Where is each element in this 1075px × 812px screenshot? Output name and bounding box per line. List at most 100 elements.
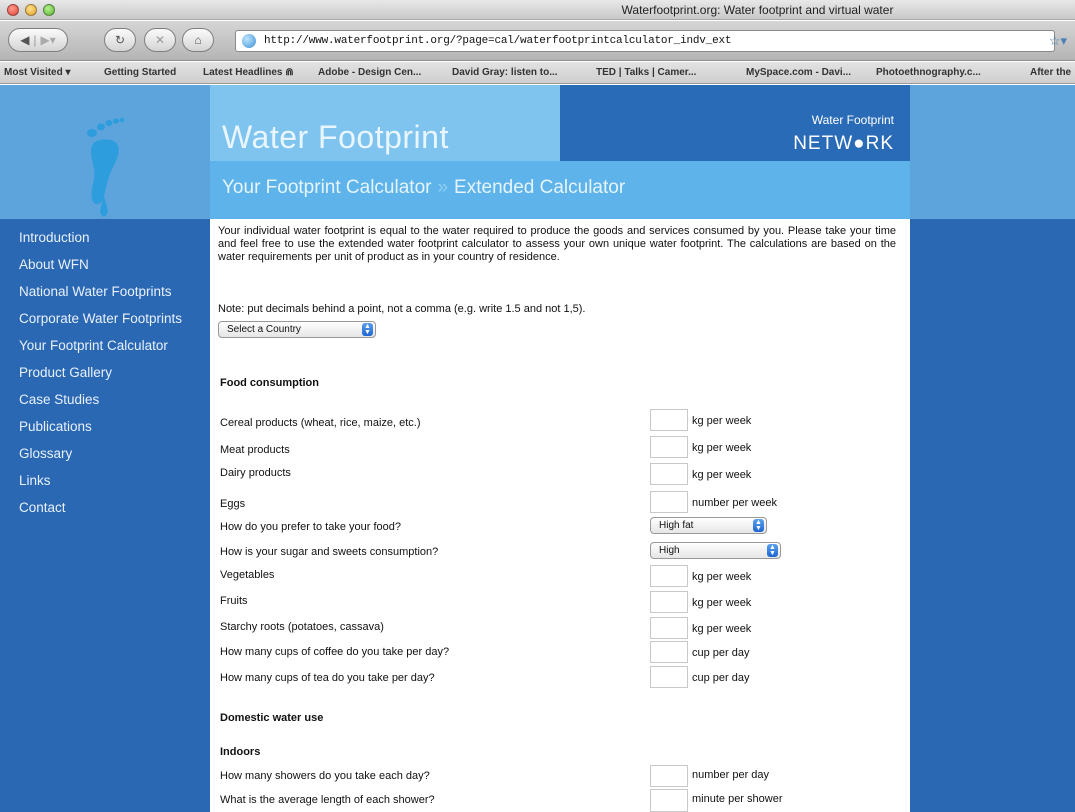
eggs-input[interactable] (650, 491, 688, 513)
meat-input[interactable] (650, 436, 688, 458)
unit-cereal: kg per week (692, 415, 752, 427)
intro-paragraph: Your individual water footprint is equal… (218, 225, 896, 263)
home-icon: ⌂ (194, 33, 202, 47)
network-logo-line2: NETW●RK (793, 133, 894, 154)
stop-button[interactable]: ✕ (144, 28, 176, 52)
row-label-dairy: Dairy products (220, 467, 291, 479)
unit-fruits: kg per week (692, 597, 752, 609)
stop-icon: ✕ (154, 33, 166, 47)
site-identity-icon[interactable] (242, 34, 256, 48)
select-arrows-icon: ▲ ▼ (767, 544, 778, 557)
bookmark-myspace[interactable]: MySpace.com - Davi... (746, 67, 851, 78)
logo-area (0, 85, 210, 219)
row-label-coffee: How many cups of coffee do you take per … (220, 646, 450, 658)
address-bar[interactable]: http://www.waterfootprint.org/?page=cal/… (235, 30, 1055, 52)
dairy-input[interactable] (650, 463, 688, 485)
bookmark-getting-started[interactable]: Getting Started (104, 67, 176, 78)
title-bar: Waterfootprint.org: Water footprint and … (0, 0, 1075, 20)
nav-contact[interactable]: Contact (19, 500, 66, 515)
row-label-fruits: Fruits (220, 595, 248, 607)
unit-eggs: number per week (692, 497, 777, 509)
nav-publications[interactable]: Publications (19, 419, 92, 434)
row-label-starchy-roots: Starchy roots (potatoes, cassava) (220, 621, 384, 633)
select-arrows-icon: ▲ ▼ (753, 519, 764, 532)
bookmarks-bar: Most Visited ▾ Getting Started Latest He… (0, 62, 1075, 84)
section-food-consumption: Food consumption (220, 377, 319, 389)
unit-vegetables: kg per week (692, 571, 752, 583)
nav-national-water-footprints[interactable]: National Water Footprints (19, 284, 172, 299)
footprint-logo-icon (87, 117, 125, 217)
nav-your-footprint-calculator[interactable]: Your Footprint Calculator (19, 338, 168, 353)
browser-toolbar: ◀ | ▶▾ ↻ ✕ ⌂ http://www.waterfootprint.org… (0, 21, 1075, 61)
breadcrumb-calculator[interactable]: Your Footprint Calculator (222, 177, 431, 198)
url-text: http://www.waterfootprint.org/?page=cal/… (264, 35, 732, 47)
decimal-note: Note: put decimals behind a point, not a… (218, 303, 586, 315)
bookmark-ted[interactable]: TED | Talks | Camer... (596, 67, 696, 78)
row-label-tea: How many cups of tea do you take per day… (220, 672, 435, 684)
food-fat-select-value: High fat (659, 520, 694, 531)
unit-meat: kg per week (692, 442, 752, 454)
vegetables-input[interactable] (650, 565, 688, 587)
row-label-showers: How many showers do you take each day? (220, 770, 430, 782)
country-select-value: Select a Country (227, 324, 301, 335)
showers-input[interactable] (650, 765, 688, 787)
bookmark-adobe[interactable]: Adobe - Design Cen... (318, 67, 421, 78)
section-domestic-water-use: Domestic water use (220, 712, 324, 724)
left-sidebar: Introduction About WFN National Water Fo… (0, 85, 210, 812)
breadcrumb-extended: Extended Calculator (454, 177, 626, 198)
unit-tea: cup per day (692, 672, 750, 684)
section-indoors: Indoors (220, 746, 261, 758)
right-sidebar (910, 85, 1075, 812)
reload-icon: ↻ (114, 33, 126, 47)
nav-product-gallery[interactable]: Product Gallery (19, 365, 112, 380)
bookmark-photoethnography[interactable]: Photoethnography.c... (876, 67, 981, 78)
unit-dairy: kg per week (692, 469, 752, 481)
window-title: Waterfootprint.org: Water footprint and … (621, 3, 894, 17)
unit-shower-length: minute per shower (692, 793, 783, 805)
nav-case-studies[interactable]: Case Studies (19, 392, 99, 407)
food-fat-select[interactable]: High fat ▲ ▼ (650, 517, 767, 534)
back-arrow-icon[interactable]: ◀ (20, 33, 29, 47)
nav-glossary[interactable]: Glossary (19, 446, 72, 461)
bookmark-after-the[interactable]: After the (1030, 67, 1071, 78)
sugar-select-value: High (659, 545, 680, 556)
row-label-shower-length: What is the average length of each showe… (220, 794, 435, 806)
sugar-select[interactable]: High ▲ ▼ (650, 542, 781, 559)
web-page: Introduction About WFN National Water Fo… (0, 85, 1075, 812)
starchy-roots-input[interactable] (650, 617, 688, 639)
forward-arrow-icon[interactable]: ▶▾ (41, 33, 56, 47)
breadcrumb-separator: » (437, 177, 449, 198)
nav-introduction[interactable]: Introduction (19, 230, 90, 245)
bookmark-david-gray[interactable]: David Gray: listen to... (452, 67, 558, 78)
bookmark-star-icon[interactable]: ☆▾ (1045, 30, 1071, 52)
site-banner: Water Footprint Your Footprint Calculato… (210, 85, 910, 219)
browser-window: Waterfootprint.org: Water footprint and … (0, 0, 1075, 812)
row-label-eggs: Eggs (220, 498, 246, 510)
breadcrumb: Your Footprint Calculator » Extended Calcu… (222, 177, 625, 199)
shower-length-input[interactable] (650, 789, 688, 812)
reload-button[interactable]: ↻ (104, 28, 136, 52)
tea-input[interactable] (650, 666, 688, 688)
unit-coffee: cup per day (692, 647, 750, 659)
row-label-meat: Meat products (220, 444, 290, 456)
main-content: Water Footprint Your Footprint Calculato… (210, 85, 910, 812)
nav-about-wfn[interactable]: About WFN (19, 257, 89, 272)
row-label-vegetables: Vegetables (220, 569, 275, 581)
network-logo-line1: Water Footprint (811, 113, 894, 127)
home-button[interactable]: ⌂ (182, 28, 214, 52)
row-label-sugar: How is your sugar and sweets consumption… (220, 546, 439, 558)
back-forward-buttons[interactable]: ◀ | ▶▾ (8, 28, 68, 52)
cereal-input[interactable] (650, 409, 688, 431)
bookmark-most-visited[interactable]: Most Visited ▾ (4, 67, 71, 78)
right-banner-block (910, 85, 1075, 219)
country-select[interactable]: Select a Country ▲ ▼ (218, 321, 376, 338)
nav-links[interactable]: Links (19, 473, 51, 488)
coffee-input[interactable] (650, 641, 688, 663)
bookmark-latest-headlines[interactable]: Latest Headlines ⋒ (203, 67, 294, 78)
nav-corporate-water-footprints[interactable]: Corporate Water Footprints (19, 311, 182, 326)
row-label-food-preference: How do you prefer to take your food? (220, 521, 401, 533)
select-arrows-icon: ▲ ▼ (362, 323, 373, 336)
fruits-input[interactable] (650, 591, 688, 613)
row-label-cereal: Cereal products (wheat, rice, maize, etc… (220, 417, 421, 429)
unit-showers: number per day (692, 769, 770, 781)
